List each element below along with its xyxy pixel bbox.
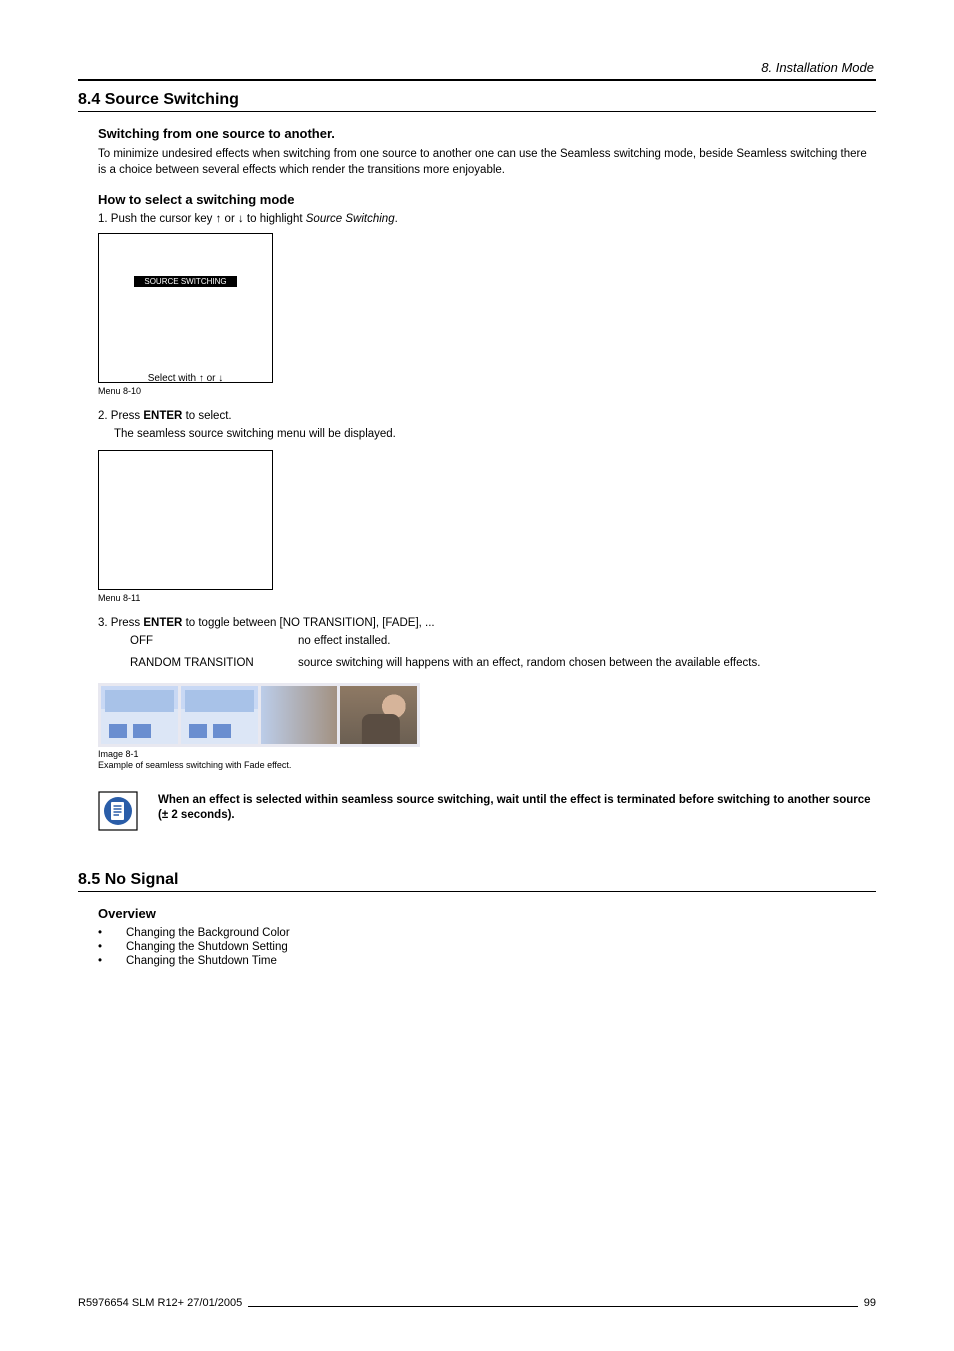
- thumb-desktop-2: [181, 686, 258, 744]
- page-footer: R5976654 SLM R12+ 27/01/2005 99: [78, 1297, 876, 1309]
- thumb-person: [340, 686, 417, 744]
- step-1-text-b: .: [395, 213, 398, 225]
- step-2-b: ENTER: [143, 410, 182, 422]
- table-row: OFF no effect installed.: [130, 635, 876, 647]
- menu-line: OSD: [107, 341, 264, 351]
- step-3: 3. Press ENTER to toggle between [NO TRA…: [98, 617, 876, 629]
- def-def: source switching will happens with an ef…: [298, 657, 876, 669]
- menu-line: SHIFT IN - OUT: [107, 498, 264, 508]
- menu-8-11-caption: Menu 8-11: [98, 593, 876, 603]
- img-cap-1: Image 8-1: [98, 749, 139, 759]
- menu-line: INTERNAL PATTERNS: [107, 351, 264, 361]
- subheading-overview: Overview: [98, 906, 876, 921]
- def-term: RANDOM TRANSITION: [130, 657, 298, 669]
- step-3-a: 3. Press: [98, 617, 143, 629]
- footer-page-number: 99: [864, 1297, 876, 1309]
- menu-highlight: SOURCE SWITCHING: [134, 276, 236, 287]
- menu-title: INSTALLATION: [107, 240, 264, 249]
- list-item-text: Changing the Shutdown Time: [126, 955, 277, 967]
- overview-list: Changing the Background Color Changing t…: [98, 927, 876, 967]
- menu-line: 800 PERIPHERAL: [107, 263, 264, 273]
- menu-line: QUICK ACCESS KEYS: [107, 331, 264, 341]
- menu-line: BOX IN - OUT: [107, 488, 264, 498]
- image-8-1-caption: Image 8-1 Example of seamless switching …: [98, 749, 876, 771]
- menu-line: FADE: [107, 509, 264, 519]
- step-1: 1. Push the cursor key ↑ or ↓ to highlig…: [98, 213, 876, 225]
- section-rule: [78, 891, 876, 892]
- step-2-a: 2. Press: [98, 410, 143, 422]
- step-2-c: to select.: [182, 410, 231, 422]
- menu-line: VERTICAL CURTAIN OPEN - CLOSE: [107, 519, 264, 529]
- menu-line: NO SIGNAL: [107, 290, 264, 300]
- menu-8-11-box: SEAMLESS SOURCE SWITCHING RANDOM MODE [N…: [98, 450, 273, 590]
- list-item-text: Changing the Shutdown Setting: [126, 941, 288, 953]
- subheading-switching: Switching from one source to another.: [98, 126, 876, 141]
- step-1-em: Source Switching: [306, 213, 395, 225]
- menu-line: [NO TRANSITION]: [107, 478, 264, 488]
- section-rule: [78, 111, 876, 112]
- menu-nav: <ENTER> to return: [107, 561, 264, 571]
- table-row: RANDOM TRANSITION source switching will …: [130, 657, 876, 669]
- menu-line: CONFIGURATION: [107, 311, 264, 321]
- menu-line: CONVERGENCE: [107, 300, 264, 310]
- menu-8-10-box: INSTALLATION INPUT SLOTS 800 PERIPHERAL …: [98, 233, 273, 383]
- footer-left: R5976654 SLM R12+ 27/01/2005: [78, 1297, 242, 1309]
- list-item: Changing the Background Color: [98, 927, 876, 939]
- footer-rule: [248, 1306, 858, 1307]
- menu-title: SEAMLESS SOURCE SWITCHING: [107, 457, 264, 464]
- subheading-how-to: How to select a switching mode: [98, 192, 876, 207]
- note-text: When an effect is selected within seamle…: [158, 791, 876, 831]
- step-3-b: ENTER: [143, 617, 182, 629]
- paragraph: To minimize undesired effects when switc…: [98, 147, 876, 178]
- thumb-mix: [261, 686, 338, 744]
- menu-nav: Select with ↑ or ↓ then <ENTER> <EXIT> t…: [107, 373, 264, 406]
- section-8-5-heading: 8.5 No Signal: [78, 871, 876, 889]
- header-rule: [78, 79, 876, 81]
- step-3-c: to toggle between [NO TRANSITION], [FADE…: [182, 617, 434, 629]
- step-1-text-a: 1. Push the cursor key ↑ or ↓ to highlig…: [98, 213, 306, 225]
- img-cap-2: Example of seamless switching with Fade …: [98, 760, 291, 770]
- thumb-desktop-1: [101, 686, 178, 744]
- menu-nav-3: <EXIT> to return.: [157, 396, 215, 405]
- def-def: no effect installed.: [298, 635, 876, 647]
- def-term: OFF: [130, 635, 298, 647]
- menu-line: INPUT SLOTS: [107, 253, 264, 263]
- definitions-table: OFF no effect installed. RANDOM TRANSITI…: [130, 635, 876, 669]
- menu-line: RANDOM MODE: [107, 468, 264, 478]
- menu-line: HORIZONTAL CURTAIN OPEN - CLOSE: [107, 529, 264, 539]
- step-2: 2. Press ENTER to select.: [98, 410, 876, 422]
- section-8-4-heading: 8.4 Source Switching: [78, 91, 876, 109]
- note-icon: [98, 791, 138, 831]
- image-8-1: [98, 683, 420, 747]
- menu-line: LENS: [107, 321, 264, 331]
- chapter-header: 8. Installation Mode: [78, 60, 876, 75]
- list-item: Changing the Shutdown Setting: [98, 941, 876, 953]
- list-item-text: Changing the Background Color: [126, 927, 290, 939]
- list-item: Changing the Shutdown Time: [98, 955, 876, 967]
- menu-nav-1: Select with ↑ or ↓: [148, 373, 224, 384]
- menu-nav-2: then <ENTER>: [160, 385, 211, 394]
- note-block: When an effect is selected within seamle…: [98, 791, 876, 831]
- step-2-sub: The seamless source switching menu will …: [114, 428, 876, 440]
